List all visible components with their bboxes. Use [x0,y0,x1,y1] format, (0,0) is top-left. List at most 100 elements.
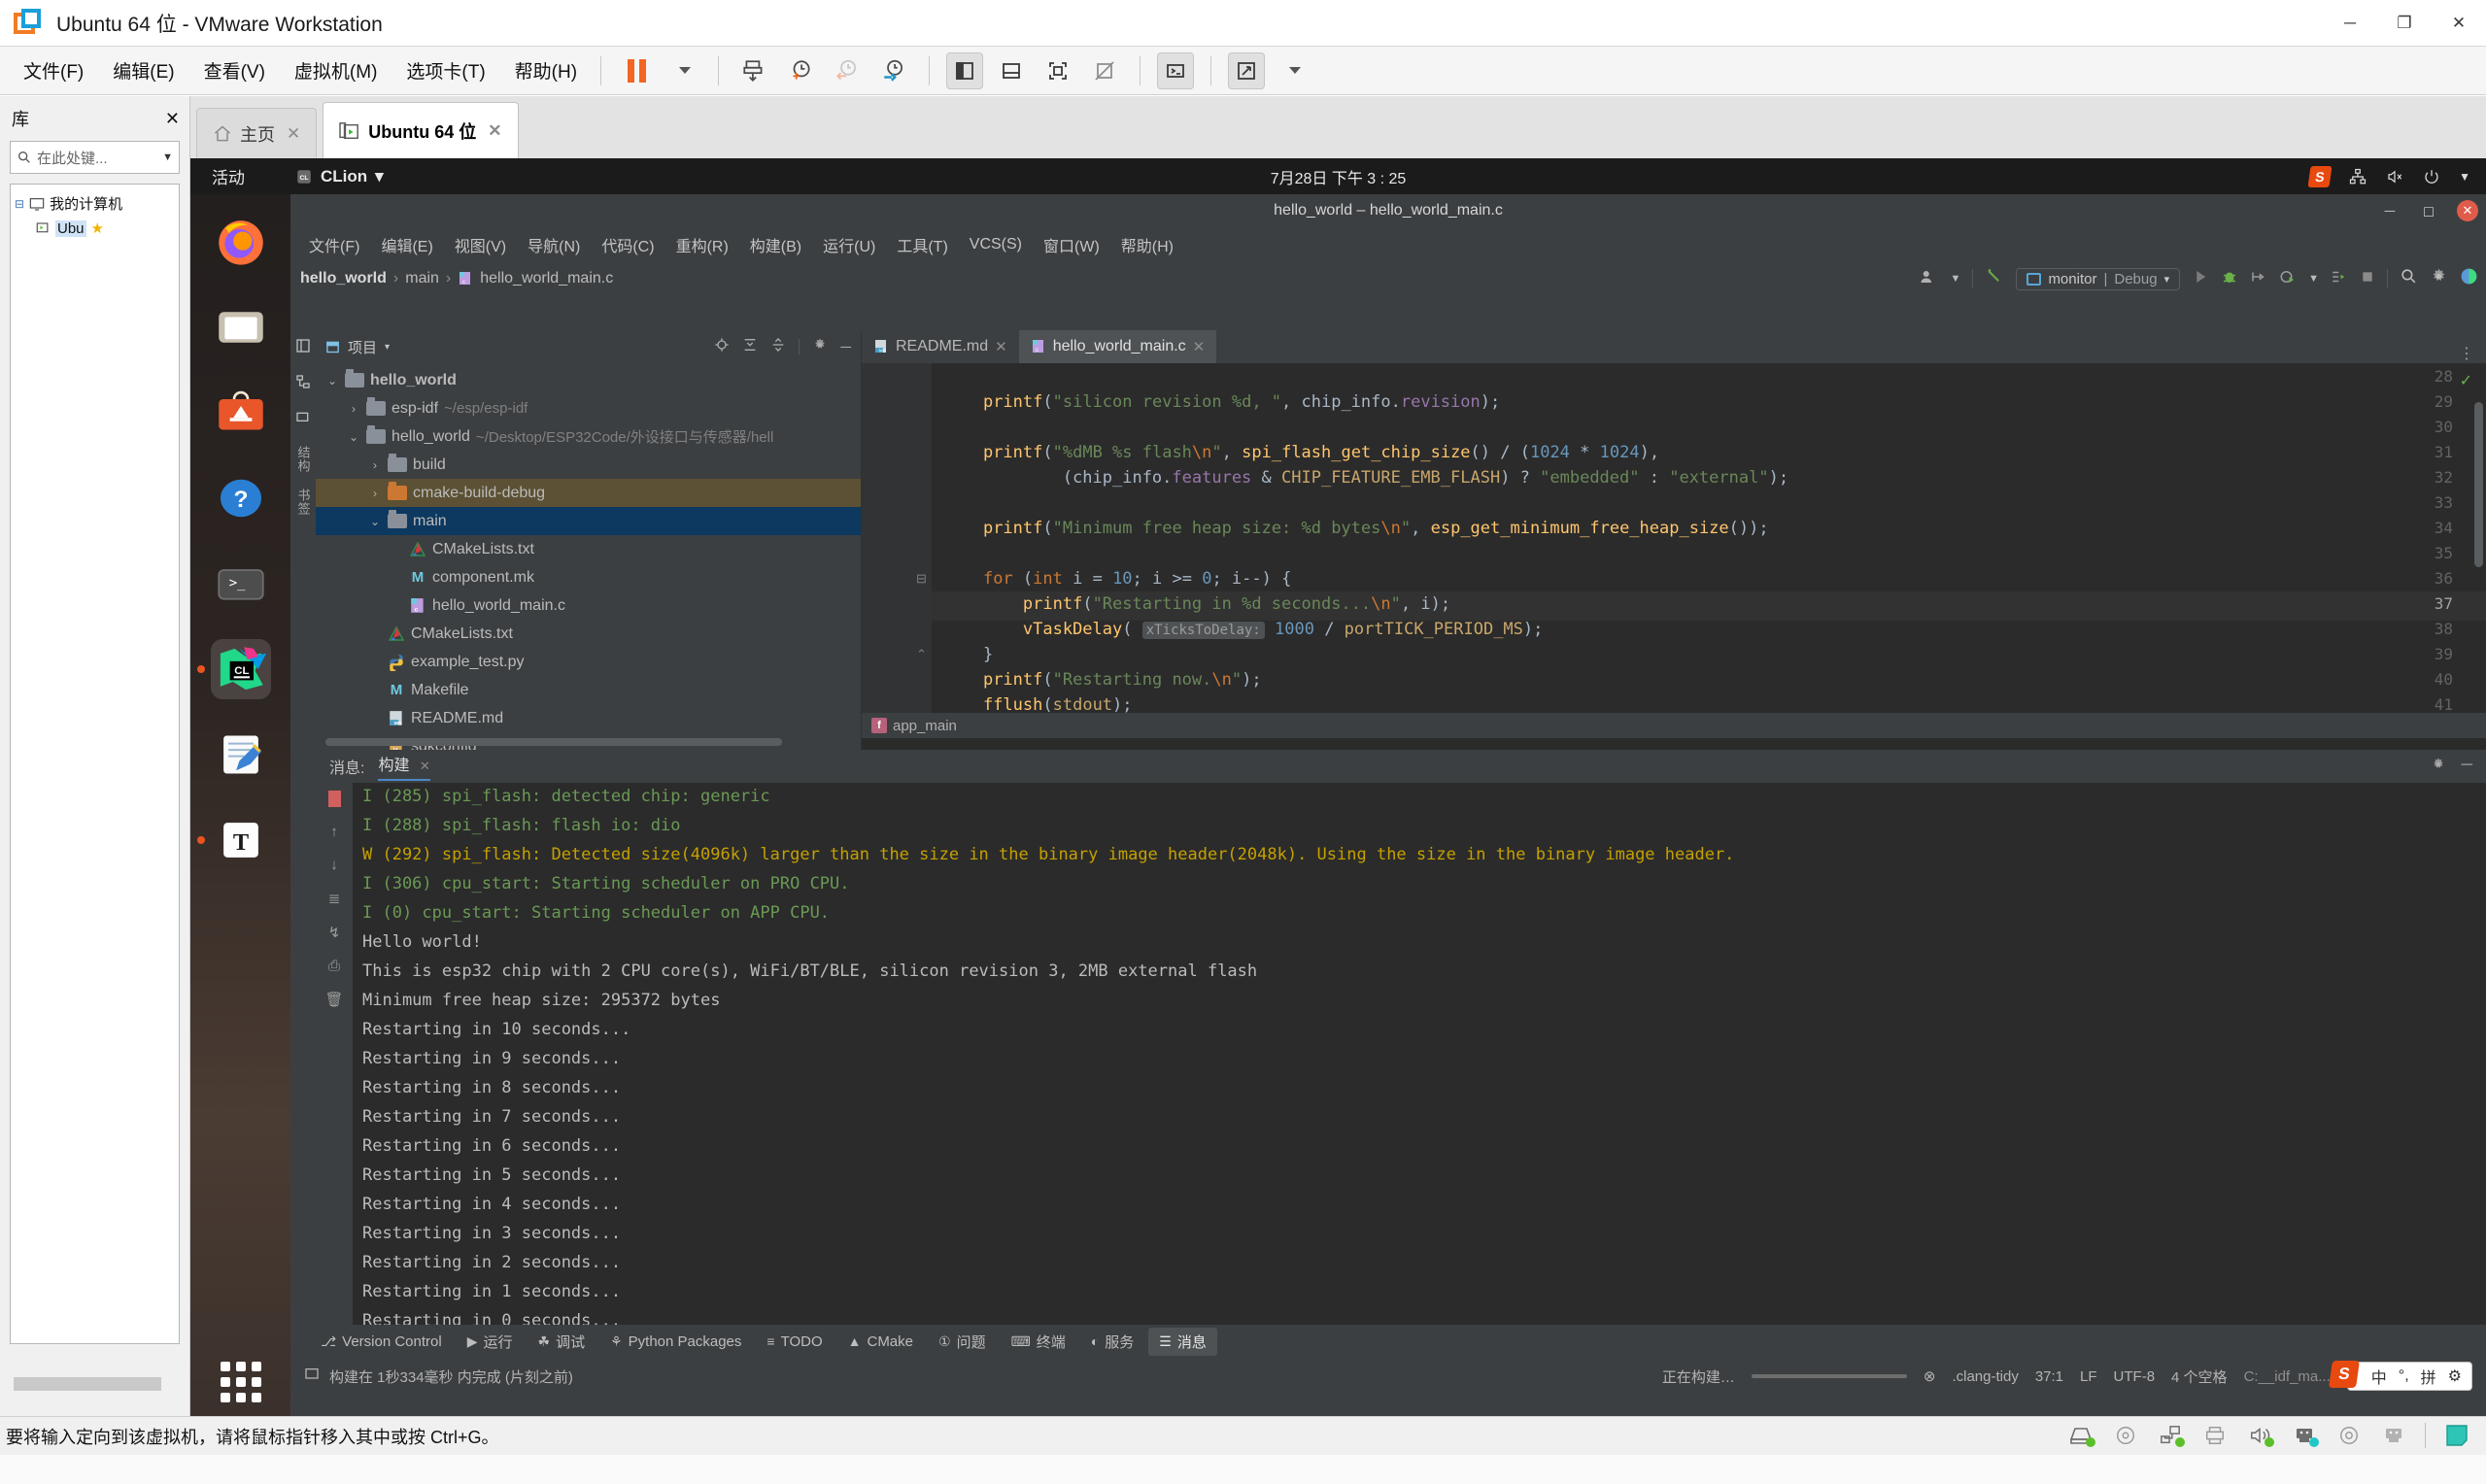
menu-vcs[interactable]: VCS(S) [959,233,1033,256]
ime-pinyin[interactable]: 拼 [2421,1365,2436,1388]
minimize-button[interactable]: ─ [2379,200,2401,221]
vm-tab-ubuntu[interactable]: Ubuntu 64 位 ✕ [323,102,519,158]
settings-icon[interactable] [2430,267,2448,290]
menu-window[interactable]: 窗口(W) [1033,230,1110,259]
close-icon[interactable]: ✕ [995,338,1007,355]
ime-mode-chinese[interactable]: 中 [2371,1365,2387,1388]
breadcrumb-project[interactable]: hello_world [300,270,387,287]
dock-item-help[interactable]: ? [211,468,271,528]
status-caret-position[interactable]: 37:1 [2035,1368,2063,1385]
messages-tab-build[interactable]: 构建 ✕ [378,752,430,781]
menu-tools[interactable]: 工具(T) [886,230,958,259]
tool-button-todo[interactable]: ≡ TODO [756,1330,833,1354]
tree-item-readme-md[interactable]: MD README.md [316,704,861,732]
tree-item-hello-world[interactable]: ⌄ hello_world ~/Desktop/ESP32Code/外设接口与传感器… [316,422,861,451]
show-applications-icon[interactable] [220,1362,261,1402]
snapshot-take-icon[interactable] [735,52,772,89]
editor-scrollbar[interactable] [2474,402,2483,567]
more-options-icon[interactable]: ⋮ [2459,344,2474,363]
tool-button--[interactable]: ☘ 调试 [528,1328,596,1356]
run-icon[interactable] [2192,268,2209,290]
dock-item-fonts[interactable]: T [196,810,271,870]
tool-button-cmake[interactable]: ▲ CMake [837,1330,924,1354]
code-line[interactable]: vTaskDelay( xTicksToDelay: 1000 / portTI… [943,620,1543,639]
hide-icon[interactable]: ─ [2462,757,2472,777]
library-scrollbar[interactable] [14,1377,161,1391]
expander-icon[interactable]: ⌄ [368,515,382,528]
ime-punctuation-icon[interactable]: °, [2399,1367,2409,1385]
error-icon[interactable] [327,791,341,807]
close-button[interactable]: ✕ [2457,200,2478,221]
code-line[interactable]: fflush(stdout); [943,695,1133,713]
updates-icon[interactable] [2460,267,2478,290]
menu-refactor[interactable]: 重构(R) [665,230,739,259]
print-icon[interactable]: ⎙ [328,958,340,974]
activities-button[interactable]: 活动 [212,164,245,188]
code-line[interactable]: printf("Minimum free heap size: %d bytes… [943,519,1769,538]
menu-help[interactable]: 帮助(H) [1110,230,1184,259]
dock-item-software[interactable] [211,383,271,443]
code-line[interactable]: printf("Restarting now.\n"); [943,670,1262,690]
fullscreen-icon[interactable] [1039,52,1076,89]
menu-view[interactable]: 视图(V) [444,230,517,259]
tree-item-my-computer[interactable]: ⊟ 我的计算机 [11,190,179,217]
avatar-icon[interactable] [1918,268,1939,290]
tool-button--[interactable]: ☰ 消息 [1148,1327,1217,1356]
code-line[interactable]: } [943,645,993,664]
strip-label-bookmark[interactable]: 书签 [294,489,313,516]
sound-icon[interactable] [2246,1425,2274,1447]
tree-item-cmakelists-txt[interactable]: CMakeLists.txt [316,535,861,563]
status-indent[interactable]: 4 个空格 [2171,1366,2228,1387]
printer-icon[interactable] [2201,1425,2229,1446]
expander-icon[interactable]: ⌄ [325,374,339,388]
camera-icon[interactable] [2335,1425,2363,1446]
strip-label-cmake[interactable]: 结构 [294,446,313,473]
close-button[interactable]: ✕ [2432,0,2486,47]
usb-icon[interactable] [2291,1425,2319,1447]
breadcrumb-file[interactable]: hello_world_main.c [480,270,613,287]
expander-icon[interactable]: › [347,402,360,416]
tree-item-example-test-py[interactable]: example_test.py [316,648,861,676]
chevron-down-icon[interactable]: ▼ [2459,170,2470,184]
expander-icon[interactable]: › [368,487,382,500]
pause-icon[interactable] [618,52,655,89]
code-line[interactable]: (chip_info.features & CHIP_FEATURE_EMB_F… [943,468,1788,488]
network-icon[interactable] [2157,1425,2185,1447]
tree-item-hello-world-main-c[interactable]: c hello_world_main.c [316,591,861,620]
tool-button-version-control[interactable]: ⎇ Version Control [310,1330,453,1354]
dock-item-clion[interactable]: CL [196,639,271,699]
tree-item-component-mk[interactable]: Mcomponent.mk [316,563,861,591]
cancel-build-icon[interactable]: ⊗ [1924,1367,1936,1385]
tool-button--[interactable]: ▶ 运行 [457,1328,524,1356]
wrap-icon[interactable]: ≣ [328,890,341,907]
code-editor[interactable]: 28 29 printf("silicon revision %d, ", chi… [862,363,2486,713]
editor-breadcrumb-label[interactable]: app_main [893,718,957,734]
volume-muted-icon[interactable] [2385,168,2404,186]
editor-tab-hello-world-main-c[interactable]: c hello_world_main.c ✕ [1018,330,1217,363]
dropdown-caret-icon[interactable] [664,52,701,89]
menu-help[interactable]: 帮助(H) [503,53,589,87]
stop-icon[interactable] [2360,269,2375,289]
dock-item-text-editor[interactable] [211,725,271,785]
chevron-down-icon[interactable]: ▾ [375,167,384,186]
tree-item-ubuntu-vm[interactable]: Ubu ★ [11,217,179,240]
tree-item-hello-world[interactable]: ⌄ hello_world [316,366,861,394]
breadcrumb-folder[interactable]: main [405,270,439,287]
clipboard-icon[interactable] [2443,1425,2470,1446]
menu-file[interactable]: 文件(F) [12,53,95,87]
bookmarks-window-icon[interactable] [295,410,311,430]
menu-navigate[interactable]: 导航(N) [517,230,591,259]
dock-item-files[interactable] [211,297,271,357]
cdrom-icon[interactable] [2112,1425,2139,1446]
show-library-icon[interactable] [946,51,984,89]
down-arrow-icon[interactable]: ↓ [330,857,338,873]
editor-tab-readme[interactable]: MD README.md ✕ [862,330,1019,363]
tree-item-build[interactable]: › build [316,451,861,479]
tree-item-cmakelists-txt[interactable]: CMakeLists.txt [316,620,861,648]
network-icon[interactable] [2348,168,2367,186]
code-fold-icon[interactable]: ⌃ [916,647,927,662]
unity-mode-icon[interactable] [1086,52,1123,89]
locate-icon[interactable] [714,337,730,356]
gear-icon[interactable] [2431,757,2446,777]
up-arrow-icon[interactable]: ↑ [330,824,338,840]
